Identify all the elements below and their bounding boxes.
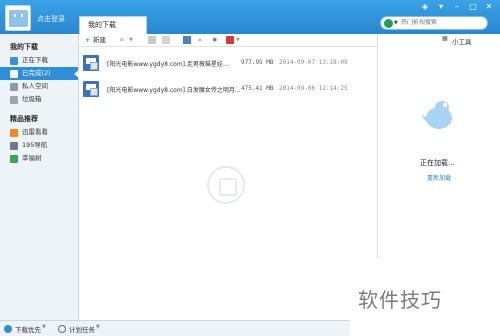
sidebar-item-completed[interactable]: 已完成(2) (0, 67, 79, 80)
file-date: 2014-09-07 13:18:09 (279, 59, 348, 66)
clock-icon (58, 325, 66, 333)
sidebar: 我的下载 正在下载 已完成(2) 私人空间 垃圾箱 精品推荐 迅雷看看 195导… (0, 34, 79, 320)
avatar[interactable] (5, 5, 31, 31)
loading-text: 正在加载... (420, 159, 455, 167)
login-link[interactable]: 点击登录 (37, 14, 65, 24)
table-row[interactable]: [阳光电影www.ygdy8.com].白发魔女传之明月... 475.41 M… (79, 76, 377, 102)
trash-icon (10, 96, 18, 104)
sidebar-item-label: 已完成(2) (22, 69, 51, 77)
chevron-down-icon[interactable]: ▼ (236, 36, 240, 45)
file-date: 2014-09-06 12:14:25 (279, 85, 348, 92)
chevron-down-icon[interactable]: ▼ (129, 36, 133, 45)
search-engine-icon[interactable] (384, 19, 393, 28)
lock-icon (10, 83, 18, 91)
file-name: [阳光电影www.ygdy8.com].白发魔女传之明月... (107, 87, 241, 94)
sidebar-section-recommend: 精品推荐 (10, 115, 38, 123)
search-box[interactable]: ▼ (380, 16, 488, 30)
chevron-down-icon[interactable]: ▼ (42, 324, 46, 330)
sidebar-section-downloads: 我的下载 (10, 43, 38, 51)
sidebar-item-label: 195导航 (22, 141, 48, 149)
list-view-icon[interactable] (183, 36, 191, 44)
chevron-down-icon[interactable]: ▼ (96, 324, 100, 330)
sidebar-item-label: 迅雷看看 (22, 128, 48, 136)
play-icon (10, 129, 18, 137)
reload-link[interactable]: 重新加载 (427, 173, 451, 182)
open-file-icon[interactable] (162, 36, 170, 44)
file-size: 475.41 MB (241, 85, 274, 92)
search-input[interactable] (401, 19, 485, 26)
download-list-panel: + 新建 ✕ ▼ ⌕ ✹ ▼ [阳光电影www.ygdy8.com].走男薇猫星… (79, 34, 377, 320)
speed-limit-icon[interactable] (226, 36, 234, 44)
tree-icon (10, 155, 18, 163)
brand-watermark: 软件技巧 (358, 288, 442, 312)
speed-icon (4, 325, 12, 333)
maximize-icon[interactable]: □ (468, 2, 478, 11)
tab-my-downloads[interactable]: 我的下载 (79, 16, 147, 34)
new-button[interactable]: 新建 (93, 36, 106, 45)
sidebar-item-xunlei-kankan[interactable]: 迅雷看看 (0, 126, 78, 139)
skin-icon[interactable]: ◈ (420, 2, 430, 11)
folder-icon[interactable] (148, 36, 156, 44)
gear-icon[interactable]: ✹ (212, 36, 217, 45)
menu-icon[interactable]: ▾ (436, 2, 446, 11)
check-icon (10, 70, 18, 78)
avatar-face-icon (9, 10, 28, 27)
tools-icon[interactable]: ▦ (442, 35, 448, 42)
minimize-icon[interactable]: – (452, 2, 462, 11)
tools-button[interactable]: 小工具 (452, 36, 472, 46)
sidebar-item-label: 幸福树 (22, 154, 42, 162)
sidebar-item-195-nav[interactable]: 195导航 (0, 139, 78, 152)
bird-mascot-icon (421, 101, 452, 129)
plus-icon[interactable]: + (85, 36, 90, 45)
sidebar-item-label: 正在下载 (22, 56, 48, 64)
file-size: 977.95 MB (241, 59, 274, 66)
file-name: [阳光电影www.ygdy8.com].走男薇猫星娃... (107, 61, 229, 68)
delete-icon[interactable]: ✕ (119, 36, 124, 45)
table-row[interactable]: [阳光电影www.ygdy8.com].走男薇猫星娃... 977.95 MB … (79, 50, 377, 76)
sidebar-item-trash[interactable]: 垃圾箱 (0, 93, 78, 106)
sidebar-item-happy-tree[interactable]: 幸福树 (0, 152, 78, 165)
window-controls: ◈ ▾ – □ ✕ (420, 2, 494, 11)
sidebar-item-private-space[interactable]: 私人空间 (0, 80, 78, 93)
navigation-icon (10, 142, 18, 150)
close-icon[interactable]: ✕ (484, 2, 494, 11)
download-priority-button[interactable]: 下载优先 (15, 324, 41, 334)
scheduled-tasks-button[interactable]: 计划任务 (69, 324, 95, 334)
sidebar-item-label: 私人空间 (22, 82, 48, 90)
empty-watermark-icon (207, 166, 245, 204)
chevron-down-icon[interactable]: ▼ (394, 20, 398, 26)
sidebar-item-downloading[interactable]: 正在下载 (0, 54, 78, 67)
sidebar-item-label: 垃圾箱 (22, 95, 42, 103)
search-icon[interactable]: ⌕ (198, 36, 202, 45)
download-icon (10, 57, 18, 65)
title-bar: 点击登录 我的下载 ▼ ◈ ▾ – □ ✕ (0, 0, 500, 34)
toolbar: + 新建 ✕ ▼ ⌕ ✹ ▼ (79, 34, 377, 47)
